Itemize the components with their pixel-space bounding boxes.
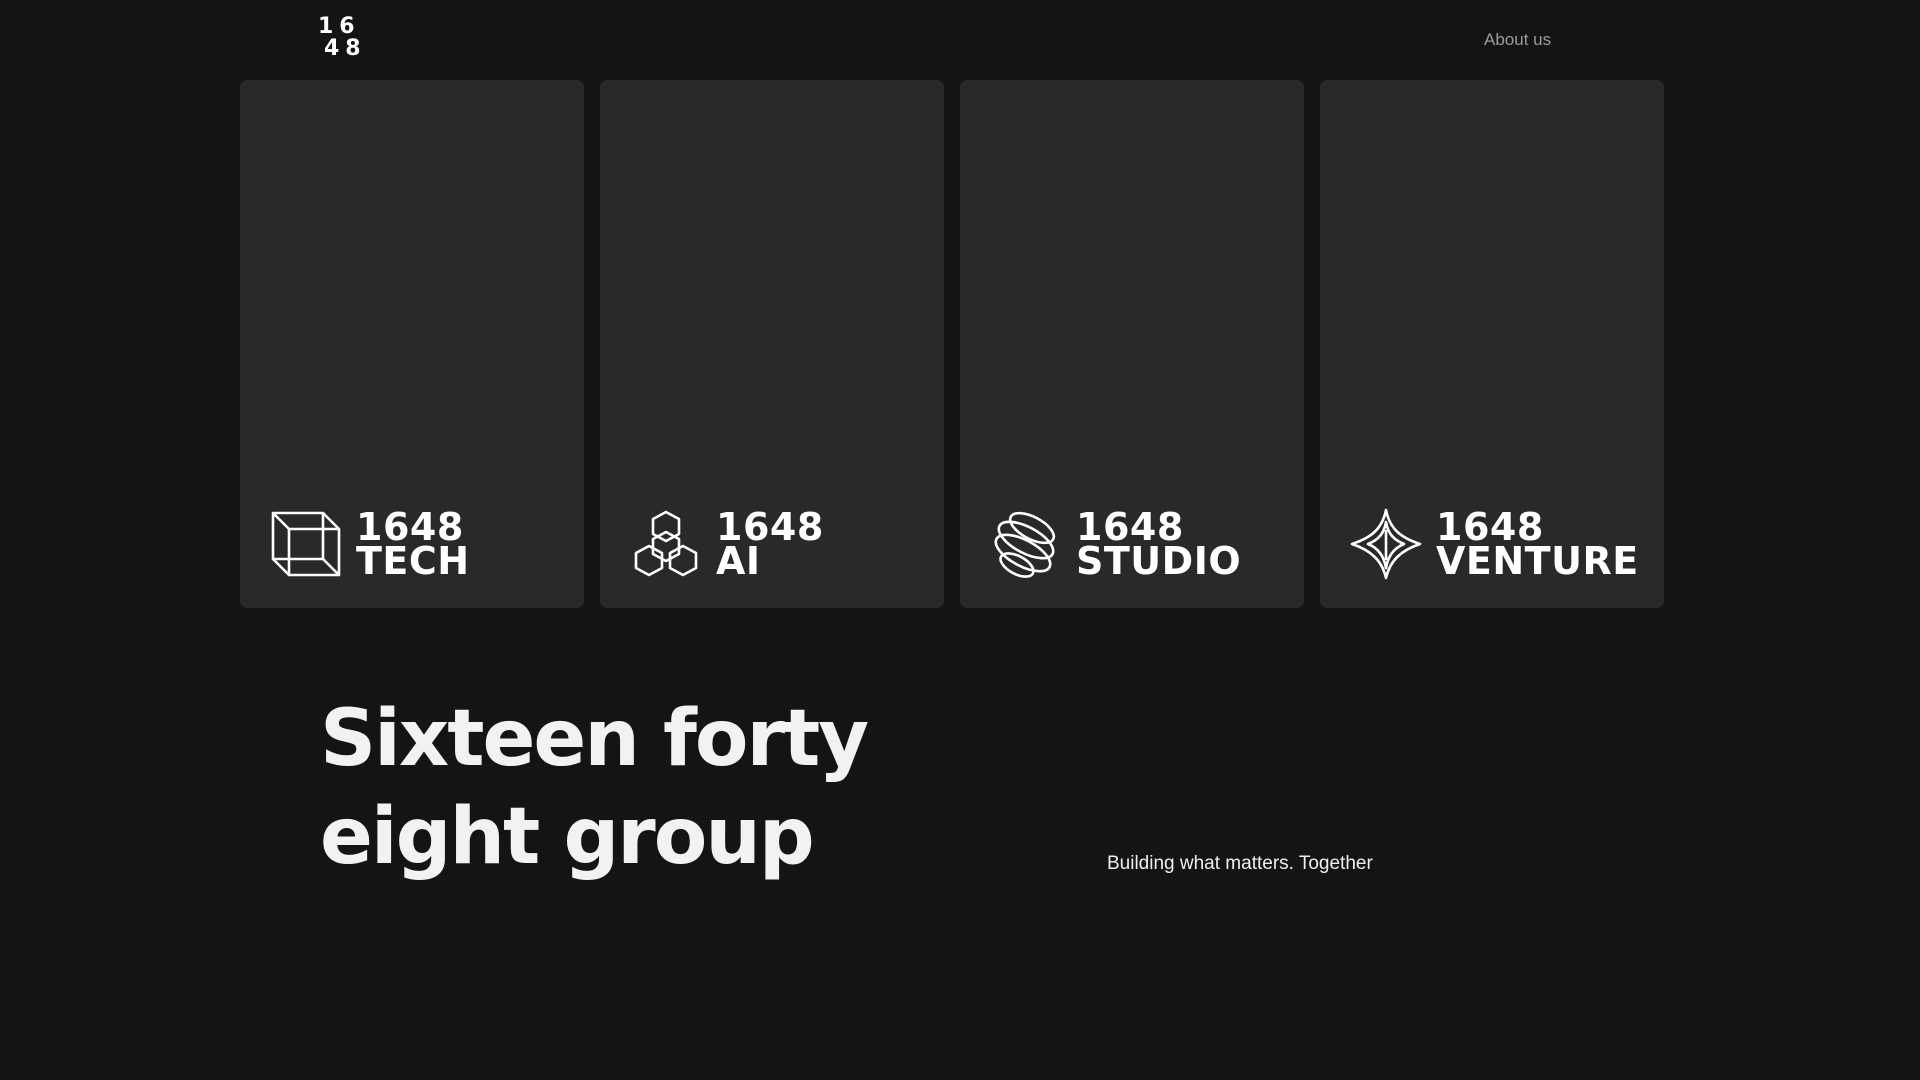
tagline: Building what matters. Together xyxy=(1107,853,1373,874)
diamond-star-icon xyxy=(1350,508,1422,580)
logo-line-1: 16 xyxy=(318,14,361,39)
hexagon-cluster-icon xyxy=(634,510,698,577)
card-venture-line-2: VENTURE xyxy=(1436,539,1639,583)
card-venture[interactable]: 1648 VENTURE xyxy=(1320,80,1664,608)
wireframe-cube-icon xyxy=(271,511,341,577)
card-studio-brand: 1648 STUDIO xyxy=(990,504,1241,584)
card-tech[interactable]: 1648 TECH xyxy=(240,80,584,608)
card-tech-brand: 1648 TECH xyxy=(270,504,470,584)
card-studio-label: 1648 STUDIO xyxy=(1076,508,1242,583)
logo[interactable]: 16 48 xyxy=(318,16,364,62)
stacked-rings-icon xyxy=(994,511,1056,578)
card-venture-label: 1648 VENTURE xyxy=(1436,508,1639,583)
card-tech-line-2: TECH xyxy=(356,539,470,583)
hero-title-line-1: Sixteen forty xyxy=(320,694,869,784)
about-us-link[interactable]: About us xyxy=(1484,30,1551,50)
card-ai-label: 1648 AI xyxy=(716,508,824,583)
card-tech-label: 1648 TECH xyxy=(356,508,470,583)
card-studio[interactable]: 1648 STUDIO xyxy=(960,80,1304,608)
hero-title: Sixteen forty eight group xyxy=(320,690,869,886)
card-ai[interactable]: 1648 AI xyxy=(600,80,944,608)
card-studio-line-2: STUDIO xyxy=(1076,539,1242,583)
logo-line-2: 48 xyxy=(324,36,367,61)
card-venture-brand: 1648 VENTURE xyxy=(1350,504,1639,584)
hero-title-line-2: eight group xyxy=(320,792,815,882)
card-ai-brand: 1648 AI xyxy=(630,504,824,584)
card-ai-line-2: AI xyxy=(716,539,761,583)
